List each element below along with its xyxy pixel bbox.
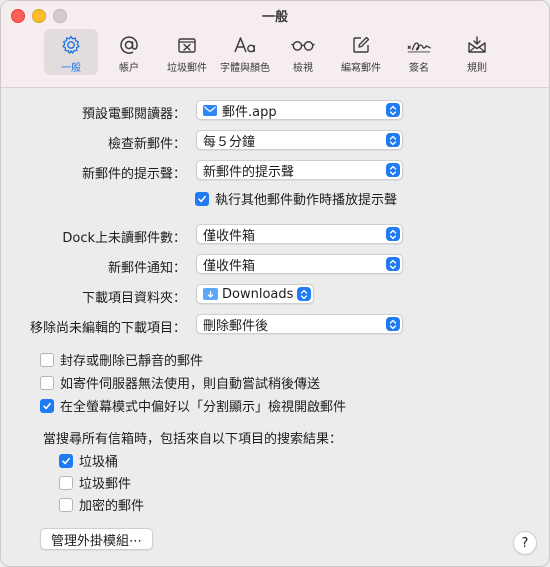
remove-downloads-popup[interactable]: 刪除郵件後 xyxy=(196,314,403,334)
manage-plugins-button[interactable]: 管理外掛模組⋯ xyxy=(40,528,154,550)
downloads-folder-popup[interactable]: Downloads xyxy=(196,284,314,304)
chevron-updown-icon xyxy=(386,133,400,147)
junk-tray-icon xyxy=(174,33,200,57)
rules-envelope-icon xyxy=(464,33,490,57)
retry-send-checkbox[interactable] xyxy=(40,375,54,390)
search-junk-label: 垃圾郵件 xyxy=(79,477,132,492)
chevron-updown-icon xyxy=(386,317,400,331)
tab-general[interactable]: 一般 xyxy=(44,29,98,75)
new-mail-notifications-label: 新郵件通知： xyxy=(107,261,186,276)
remove-downloads-value: 刪除郵件後 xyxy=(203,318,269,334)
folder-icon xyxy=(203,288,218,300)
search-encrypted-option[interactable]: 加密的郵件 xyxy=(59,495,144,514)
split-view-option[interactable]: 在全螢幕模式中偏好以「分割顯示」檢視開啟郵件 xyxy=(40,396,346,415)
tab-accounts-label: 帳户 xyxy=(119,63,139,74)
mail-app-icon xyxy=(203,104,217,116)
default-reader-value: 郵件.app xyxy=(222,104,277,120)
titlebar: 一般 一般 帳户 垃圾郵件 字體與顏色 檢視 編寫郵件 簽名 規則 xyxy=(1,1,549,88)
preferences-toolbar: 一般 帳户 垃圾郵件 字體與顏色 檢視 編寫郵件 簽名 規則 xyxy=(44,29,504,75)
glasses-icon xyxy=(290,33,316,57)
check-mail-value: 每５分鐘 xyxy=(203,134,256,150)
search-junk-option[interactable]: 垃圾郵件 xyxy=(59,473,131,492)
tab-composing[interactable]: 編寫郵件 xyxy=(334,29,388,75)
font-icon xyxy=(232,33,258,57)
search-trash-label: 垃圾桶 xyxy=(79,455,119,470)
new-mail-notifications-row: 新郵件通知： 僅收件箱 xyxy=(1,254,549,276)
tab-composing-label: 編寫郵件 xyxy=(341,63,381,74)
tab-fonts-colors[interactable]: 字體與顏色 xyxy=(218,29,272,75)
check-mail-popup[interactable]: 每５分鐘 xyxy=(196,130,403,150)
archive-muted-label: 封存或刪除已靜音的郵件 xyxy=(60,354,204,369)
downloads-folder-label: 下載項目資料夾： xyxy=(81,291,186,306)
play-sounds-label: 執行其他郵件動作時播放提示聲 xyxy=(215,193,398,208)
play-sounds-checkbox[interactable] xyxy=(195,191,209,206)
dock-unread-label: Dock上未讀郵件數： xyxy=(62,231,186,246)
archive-muted-option[interactable]: 封存或刪除已靜音的郵件 xyxy=(40,350,203,369)
tab-viewing[interactable]: 檢視 xyxy=(276,29,330,75)
dock-unread-row: Dock上未讀郵件數： 僅收件箱 xyxy=(1,224,549,246)
tab-junk-mail[interactable]: 垃圾郵件 xyxy=(160,29,214,75)
tab-viewing-label: 檢視 xyxy=(293,63,313,74)
search-results-heading: 當搜尋所有信箱時，包括來自以下項目的搜索結果： xyxy=(43,432,343,447)
at-icon xyxy=(116,33,142,57)
search-junk-checkbox[interactable] xyxy=(59,475,73,490)
mail-preferences-window: 一般 一般 帳户 垃圾郵件 字體與顏色 檢視 編寫郵件 簽名 規則 預設電郵閱讀… xyxy=(0,0,550,567)
tab-rules[interactable]: 規則 xyxy=(450,29,504,75)
new-mail-sound-popup[interactable]: 新郵件的提示聲 xyxy=(196,160,403,180)
new-mail-sound-row: 新郵件的提示聲： 新郵件的提示聲 xyxy=(1,160,549,182)
downloads-folder-value: Downloads xyxy=(222,286,294,302)
new-mail-sound-value: 新郵件的提示聲 xyxy=(203,164,295,180)
retry-send-option[interactable]: 如寄件伺服器無法使用，則自動嘗試稍後傳送 xyxy=(40,373,320,392)
search-trash-checkbox[interactable] xyxy=(59,453,73,468)
tab-general-label: 一般 xyxy=(61,63,81,74)
tab-rules-label: 規則 xyxy=(467,63,487,74)
gear-icon xyxy=(58,33,84,57)
chevron-updown-icon xyxy=(386,257,400,271)
check-mail-label: 檢查新郵件： xyxy=(107,137,186,152)
help-button[interactable]: ? xyxy=(513,531,537,555)
chevron-updown-icon xyxy=(297,287,311,301)
search-trash-option[interactable]: 垃圾桶 xyxy=(59,451,118,470)
compose-icon xyxy=(348,33,374,57)
new-mail-notifications-popup[interactable]: 僅收件箱 xyxy=(196,254,403,274)
search-encrypted-checkbox[interactable] xyxy=(59,497,73,512)
tab-junk-mail-label: 垃圾郵件 xyxy=(167,63,207,74)
new-mail-sound-label: 新郵件的提示聲： xyxy=(81,167,186,182)
retry-send-label: 如寄件伺服器無法使用，則自動嘗試稍後傳送 xyxy=(60,377,321,392)
play-sounds-option[interactable]: 執行其他郵件動作時播放提示聲 xyxy=(195,189,397,208)
split-view-checkbox[interactable] xyxy=(40,398,54,413)
chevron-updown-icon xyxy=(386,227,400,241)
dock-unread-value: 僅收件箱 xyxy=(203,228,256,244)
archive-muted-checkbox[interactable] xyxy=(40,352,54,367)
new-mail-notifications-value: 僅收件箱 xyxy=(203,258,256,274)
tab-fonts-colors-label: 字體與顏色 xyxy=(220,63,270,74)
chevron-updown-icon xyxy=(386,163,400,177)
window-title: 一般 xyxy=(261,10,288,25)
default-reader-popup[interactable]: 郵件.app xyxy=(196,100,403,120)
signature-icon xyxy=(406,33,432,57)
downloads-folder-row: 下載項目資料夾： Downloads xyxy=(1,284,549,306)
remove-downloads-row: 移除尚未編輯的下載項目： 刪除郵件後 xyxy=(1,314,549,336)
chevron-updown-icon xyxy=(386,103,400,117)
search-encrypted-label: 加密的郵件 xyxy=(79,499,145,514)
check-mail-row: 檢查新郵件： 每５分鐘 xyxy=(1,130,549,152)
tab-accounts[interactable]: 帳户 xyxy=(102,29,156,75)
default-reader-label: 預設電郵閱讀器： xyxy=(81,107,186,122)
tab-signatures-label: 簽名 xyxy=(409,63,429,74)
dock-unread-popup[interactable]: 僅收件箱 xyxy=(196,224,403,244)
default-reader-row: 預設電郵閱讀器： 郵件.app xyxy=(1,100,549,122)
split-view-label: 在全螢幕模式中偏好以「分割顯示」檢視開啟郵件 xyxy=(60,400,347,415)
remove-downloads-label: 移除尚未編輯的下載項目： xyxy=(29,321,186,336)
tab-signatures[interactable]: 簽名 xyxy=(392,29,446,75)
